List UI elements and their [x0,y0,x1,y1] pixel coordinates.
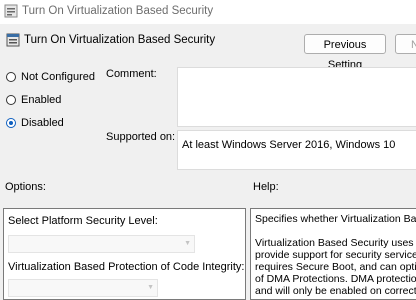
options-panel: Select Platform Security Level: ▼ Virtua… [3,208,246,300]
radio-label: Disabled [21,117,64,129]
policy-setting-icon [6,33,20,47]
code-integrity-label: Virtualization Based Protection of Code … [8,261,245,273]
options-heading: Options: [5,181,46,193]
help-panel: Specifies whether Virtualization Based V… [250,208,416,300]
radio-enabled[interactable]: Enabled [6,93,61,107]
radio-circle[interactable] [6,95,16,105]
chevron-down-icon: ▼ [184,240,191,247]
radio-not-configured[interactable]: Not Configured [6,70,95,84]
help-line: provide support for security services. V [255,249,416,261]
chevron-down-icon: ▼ [147,284,154,291]
next-setting-button[interactable]: N [395,34,416,54]
help-heading: Help: [253,181,279,193]
radio-label: Enabled [21,94,62,106]
comment-textarea[interactable] [177,67,416,127]
radio-circle[interactable] [6,72,16,82]
comment-label: Comment: [106,68,157,80]
previous-setting-button[interactable]: Previous Setting [304,34,386,71]
radio-disabled[interactable]: Disabled [6,116,64,130]
supported-on-value: At least Windows Server 2016, Windows 10 [182,139,396,151]
policy-name: Turn On Virtualization Based Security [24,34,216,46]
help-line: of DMA Protections. DMA protections r [255,273,416,285]
supported-on-label: Supported on: [106,131,176,143]
policy-setting-icon [4,4,18,18]
supported-on-field: At least Windows Server 2016, Windows 10 [177,130,416,170]
help-line: Specifies whether Virtualization Based [255,213,416,225]
window-title: Turn On Virtualization Based Security [22,5,214,17]
radio-circle[interactable] [6,118,16,128]
code-integrity-select[interactable]: ▼ [8,279,158,297]
help-line: requires Secure Boot, and can optional [255,261,416,273]
platform-security-level-select[interactable]: ▼ [8,235,195,253]
help-line: and will only be enabled on correctly [255,285,416,297]
title-bar: Turn On Virtualization Based Security [0,0,416,24]
radio-label: Not Configured [21,71,95,83]
help-line: Virtualization Based Security uses the W [255,237,416,249]
platform-security-level-label: Select Platform Security Level: [8,215,158,227]
